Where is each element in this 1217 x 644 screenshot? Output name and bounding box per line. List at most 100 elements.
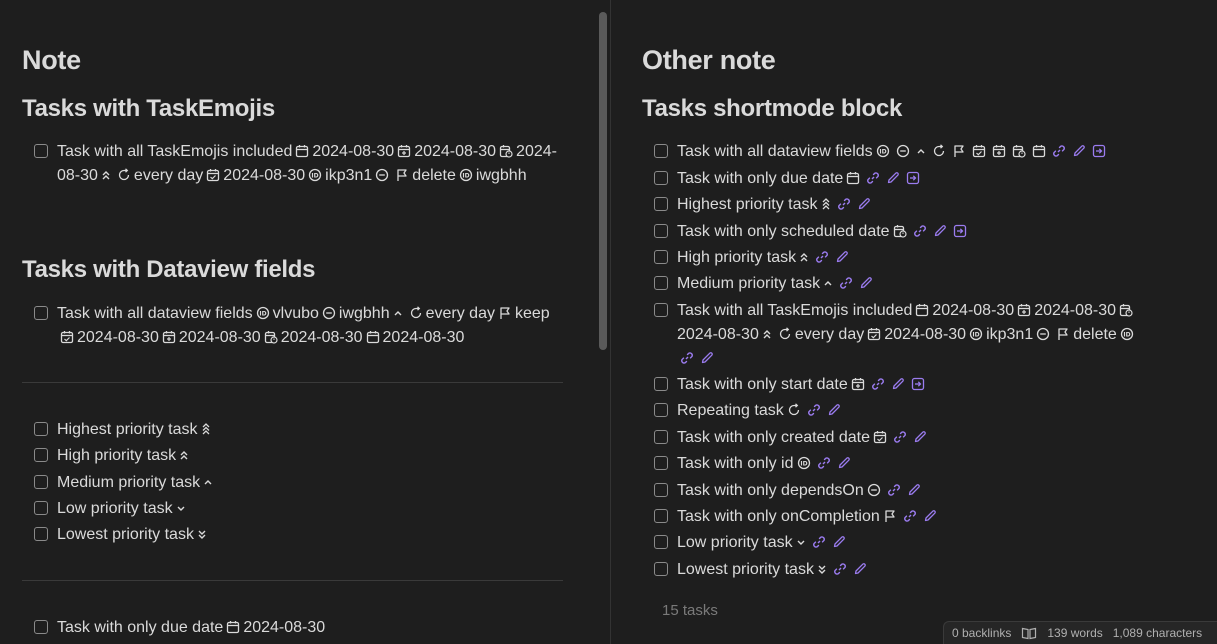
repeat-icon bbox=[778, 327, 792, 341]
pencil-icon[interactable] bbox=[913, 430, 927, 444]
start-date-icon bbox=[397, 144, 411, 158]
pencil-icon[interactable] bbox=[907, 483, 921, 497]
link-icon[interactable] bbox=[812, 535, 826, 549]
pencil-icon[interactable] bbox=[1072, 144, 1086, 158]
link-icon[interactable] bbox=[887, 483, 901, 497]
link-icon[interactable] bbox=[815, 250, 829, 264]
task-description: Task with all TaskEmojis included bbox=[57, 143, 293, 160]
task-description: Medium priority task bbox=[57, 474, 201, 491]
task-description: Lowest priority task bbox=[677, 561, 814, 578]
task-checkbox[interactable] bbox=[654, 197, 668, 211]
created-date-icon bbox=[206, 168, 220, 182]
task-checkbox[interactable] bbox=[654, 535, 668, 549]
task-checkbox[interactable] bbox=[34, 501, 48, 515]
task-checkbox[interactable] bbox=[654, 303, 668, 317]
link-icon[interactable] bbox=[871, 377, 885, 391]
task-checkbox[interactable] bbox=[34, 527, 48, 541]
task-item: Task with only due date bbox=[654, 167, 923, 191]
due-date: 2024-08-30 bbox=[312, 143, 395, 160]
id-icon bbox=[969, 327, 983, 341]
task-checkbox[interactable] bbox=[654, 276, 668, 290]
task-checkbox[interactable] bbox=[654, 430, 668, 444]
pencil-icon[interactable] bbox=[886, 171, 900, 185]
created-date-icon bbox=[60, 330, 74, 344]
link-icon[interactable] bbox=[903, 509, 917, 523]
postpone-icon[interactable] bbox=[1092, 144, 1106, 158]
heading-tasks-dataview: Tasks with Dataview fields bbox=[22, 256, 316, 283]
on-completion-icon bbox=[395, 168, 409, 182]
task-checkbox[interactable] bbox=[654, 250, 668, 264]
pencil-icon[interactable] bbox=[933, 224, 947, 238]
high-priority-icon bbox=[179, 448, 189, 462]
pencil-icon[interactable] bbox=[857, 197, 871, 211]
task-item: Task with only dependsOn bbox=[654, 479, 924, 503]
task-checkbox[interactable] bbox=[654, 377, 668, 391]
task-checkbox[interactable] bbox=[34, 422, 48, 436]
link-icon[interactable] bbox=[833, 562, 847, 576]
link-icon[interactable] bbox=[680, 351, 694, 365]
recurrence: every day bbox=[425, 305, 495, 322]
id-icon bbox=[308, 168, 322, 182]
task-checkbox[interactable] bbox=[34, 448, 48, 462]
task-checkbox[interactable] bbox=[34, 144, 48, 158]
link-icon[interactable] bbox=[913, 224, 927, 238]
task-checkbox[interactable] bbox=[654, 456, 668, 470]
backlinks-count[interactable]: 0 backlinks bbox=[952, 626, 1011, 640]
scheduled-date: 2024-08-30 bbox=[677, 326, 759, 343]
link-icon[interactable] bbox=[817, 456, 831, 470]
pencil-icon[interactable] bbox=[853, 562, 867, 576]
task-checkbox[interactable] bbox=[654, 562, 668, 576]
id-icon bbox=[797, 456, 811, 470]
task-checkbox[interactable] bbox=[654, 403, 668, 417]
task-item: Task with all dataview fields vlvubo iwgbh… bbox=[34, 302, 559, 350]
task-checkbox[interactable] bbox=[654, 483, 668, 497]
low-priority-icon bbox=[796, 535, 806, 549]
link-icon[interactable] bbox=[893, 430, 907, 444]
task-checkbox[interactable] bbox=[34, 306, 48, 320]
link-icon[interactable] bbox=[839, 276, 853, 290]
link-icon[interactable] bbox=[866, 171, 880, 185]
status-bar: 0 backlinks 139 words 1,089 characters bbox=[943, 621, 1217, 644]
pencil-icon[interactable] bbox=[891, 377, 905, 391]
link-icon[interactable] bbox=[1052, 144, 1066, 158]
scrollbar-thumb[interactable] bbox=[599, 12, 607, 350]
task-checkbox[interactable] bbox=[654, 144, 668, 158]
task-description: Task with only scheduled date bbox=[677, 223, 890, 240]
task-checkbox[interactable] bbox=[654, 171, 668, 185]
pencil-icon[interactable] bbox=[700, 351, 714, 365]
reading-mode-icon[interactable] bbox=[1021, 626, 1037, 640]
task-description: High priority task bbox=[57, 447, 177, 464]
pencil-icon[interactable] bbox=[837, 456, 851, 470]
right-note-pane: Other note Tasks shortmode block Task wi… bbox=[611, 0, 1217, 644]
low-priority-icon bbox=[176, 501, 186, 515]
task-description: Medium priority task bbox=[677, 275, 821, 292]
scheduled-date-icon bbox=[264, 330, 278, 344]
task-checkbox[interactable] bbox=[654, 224, 668, 238]
postpone-icon[interactable] bbox=[911, 377, 925, 391]
task-description: Highest priority task bbox=[677, 196, 818, 213]
start-date-icon bbox=[992, 144, 1006, 158]
due-date-icon bbox=[846, 171, 860, 185]
character-count: 1,089 characters bbox=[1112, 626, 1203, 640]
link-icon[interactable] bbox=[837, 197, 851, 211]
pencil-icon[interactable] bbox=[827, 403, 841, 417]
postpone-icon[interactable] bbox=[906, 171, 920, 185]
task-id: ikp3n1 bbox=[986, 326, 1034, 343]
task-item: Lowest priority task bbox=[654, 558, 870, 582]
task-item: Task with only due date 2024-08-30 bbox=[34, 616, 325, 640]
pencil-icon[interactable] bbox=[923, 509, 937, 523]
created-date-icon bbox=[873, 430, 887, 444]
created-date-icon bbox=[972, 144, 986, 158]
task-checkbox[interactable] bbox=[34, 475, 48, 489]
task-checkbox[interactable] bbox=[654, 509, 668, 523]
pencil-icon[interactable] bbox=[835, 250, 849, 264]
link-icon[interactable] bbox=[807, 403, 821, 417]
task-item: Medium priority task bbox=[654, 272, 876, 296]
task-checkbox[interactable] bbox=[34, 620, 48, 634]
pencil-icon[interactable] bbox=[859, 276, 873, 290]
task-description: Task with all dataview fields bbox=[57, 305, 253, 322]
divider bbox=[22, 382, 563, 383]
postpone-icon[interactable] bbox=[953, 224, 967, 238]
pencil-icon[interactable] bbox=[832, 535, 846, 549]
task-description: Task with only dependsOn bbox=[677, 482, 864, 499]
